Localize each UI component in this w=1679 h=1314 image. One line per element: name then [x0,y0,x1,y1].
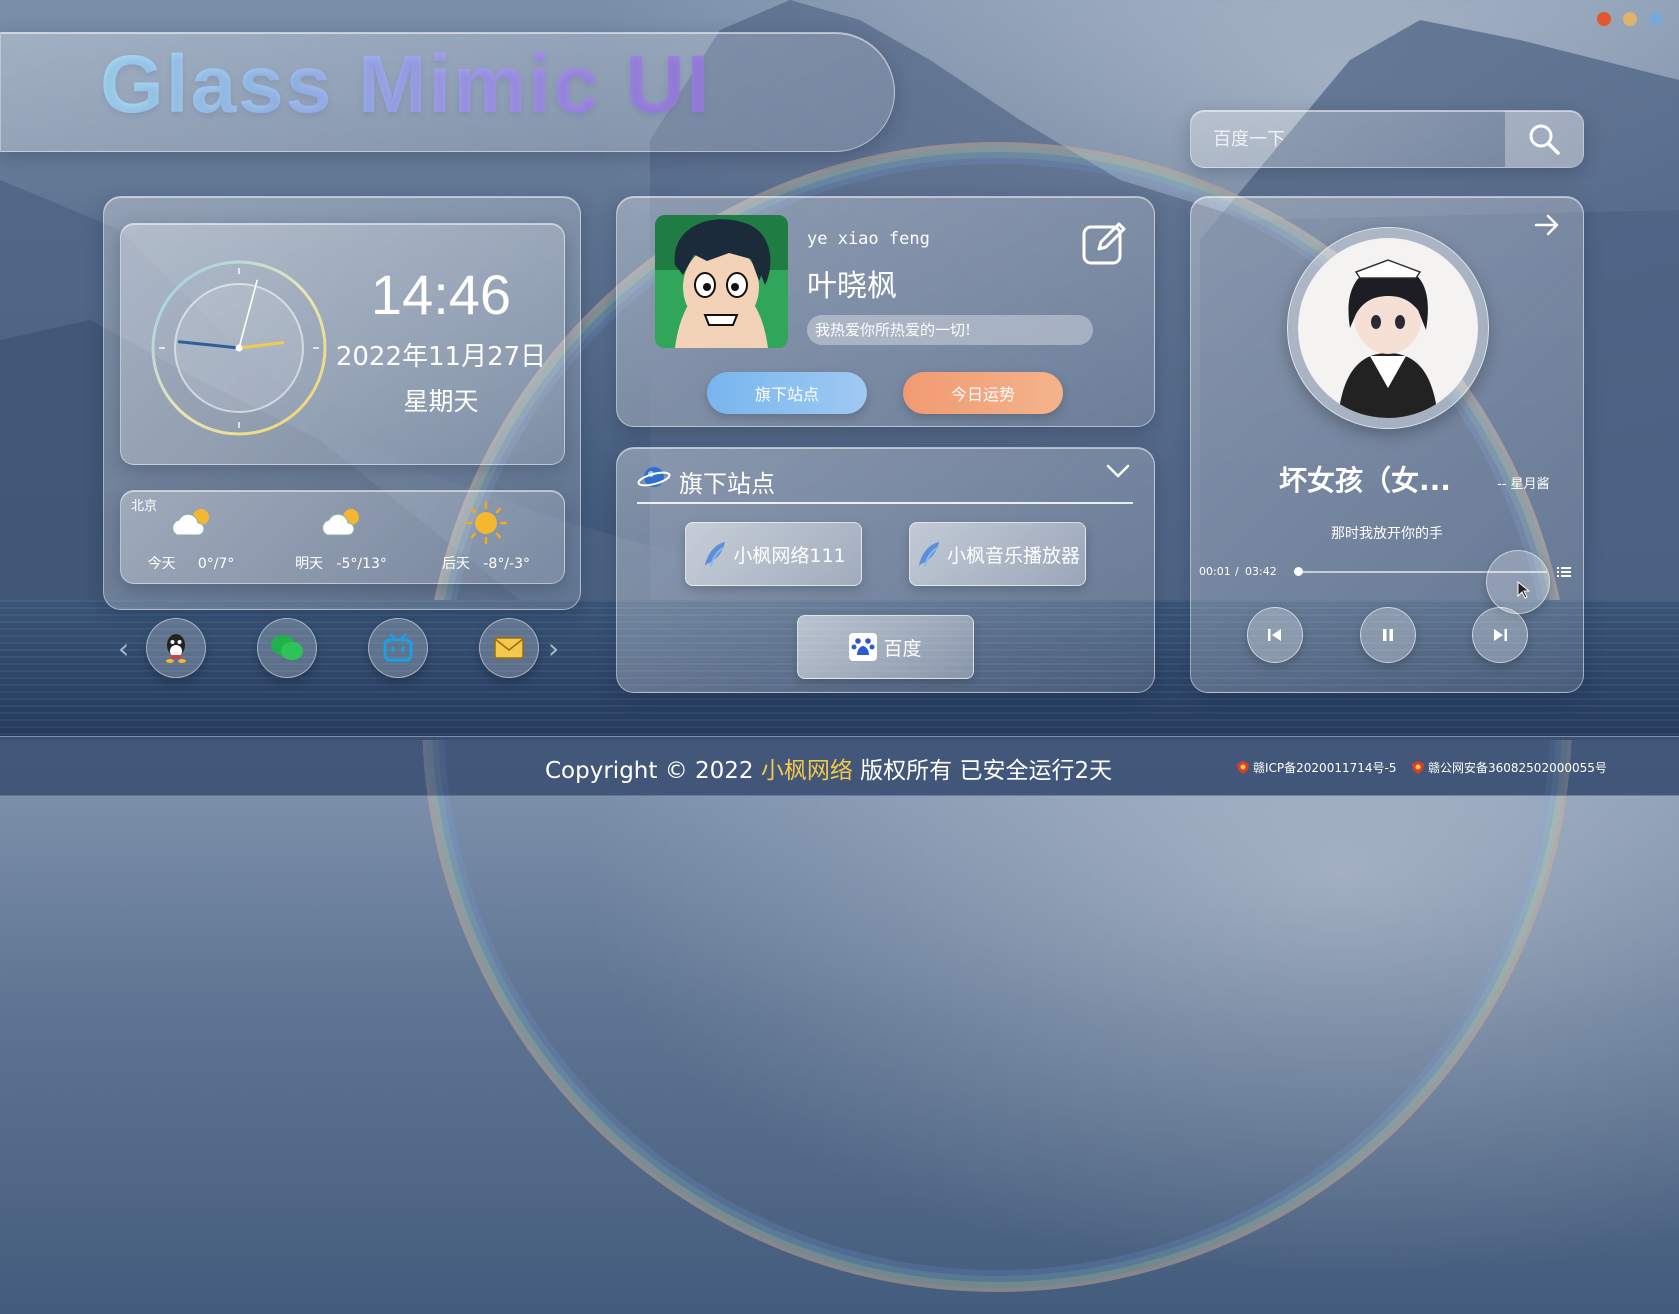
song-lyric: 那时我放开你的手 [1331,526,1443,542]
weather-temp: -5°/13° [336,556,387,572]
sun-icon [464,501,508,545]
weather-temp: 0°/7° [197,556,235,572]
clock-card: 14:46 2022年11月27日 星期天 [120,223,565,465]
cloudy-sun-icon [322,509,359,536]
weather-day-label: 今天 [147,556,176,572]
weather-day-label: 明天 [295,556,324,572]
next-button[interactable] [1472,607,1528,663]
weather-card: 北京 今天 0°/7° 明天 -5°/13° 后天 -8°/-3° [120,490,565,584]
profile-motto: 我热爱你所热爱的一切! [807,315,1093,345]
copyright-line: Copyright © 2022 小枫网络 版权所有 已安全运行2天 [545,751,1112,785]
wechat-icon [271,635,303,660]
edit-icon [1082,222,1126,265]
time-separator: / [1235,565,1239,578]
site-label: 小枫网络111 [733,544,846,567]
progress-thumb[interactable] [1294,567,1304,576]
anime-avatar-image [655,215,788,348]
email-button[interactable] [479,618,539,678]
window-dot-yellow[interactable] [1623,12,1637,26]
icp-text: 赣ICP备2020011714号-5 [1253,761,1397,775]
edit-button[interactable] [1081,219,1127,265]
pause-button[interactable] [1360,607,1416,663]
site-button-xiaofeng-network[interactable]: 小枫网络111 [685,522,862,586]
previous-button[interactable] [1247,607,1303,663]
wechat-button[interactable] [257,618,317,678]
song-artist: -- 星月酱 [1497,477,1550,492]
skip-previous-icon [1268,629,1281,641]
site-button-baidu[interactable]: 百度 [797,615,974,679]
police-badge-icon [1237,761,1249,774]
cloudy-sun-icon [172,509,209,536]
digital-time: 14:46 [370,263,512,326]
planet-icon [637,467,671,487]
window-dot-blue[interactable] [1649,12,1663,26]
feather-icon [918,542,939,567]
baidu-icon [849,633,878,661]
window-controls [1597,12,1663,26]
song-title: 坏女孩（女... [1279,464,1451,497]
chevron-left-icon[interactable]: ‹ [118,632,129,665]
police-text: 赣公网安备36082502000055号 [1428,761,1607,775]
weather-day-after: 后天 -8°/-3° [416,491,556,583]
police-link[interactable]: 赣公网安备36082502000055号 [1412,759,1607,776]
pause-icon [1383,629,1393,641]
volume-knob[interactable] [1486,550,1550,614]
search-button[interactable] [1505,111,1583,167]
time-total: 03:42 [1245,565,1277,578]
footer: Copyright © 2022 小枫网络 版权所有 已安全运行2天 赣ICP备… [0,736,1679,796]
time-elapsed: 00:01 [1199,565,1231,578]
avatar [655,215,788,348]
date-text: 2022年11月27日 [335,342,547,372]
qq-icon [166,634,186,663]
window-dot-red[interactable] [1597,12,1611,26]
album-cover [1287,227,1489,429]
search-box [1190,110,1584,168]
police-badge-icon [1412,761,1424,774]
chevron-right-icon[interactable]: › [548,632,559,665]
brand-link[interactable]: 小枫网络 [761,758,853,784]
feather-icon [705,542,726,567]
weather-temp: -8°/-3° [483,556,530,572]
copyright-suffix: 版权所有 已安全运行2天 [860,758,1113,784]
skip-next-icon [1494,629,1507,641]
site-label: 小枫音乐播放器 [946,544,1080,567]
sites-button[interactable]: 旗下站点 [707,372,867,414]
profile-display-name: 叶晓枫 [807,269,897,304]
copyright-prefix: Copyright © 2022 [545,758,754,784]
weekday-text: 星期天 [403,387,479,416]
analog-clock [151,260,327,436]
bilibili-button[interactable] [368,618,428,678]
playlist-icon[interactable] [1557,566,1571,578]
mail-icon [494,637,524,659]
search-input[interactable] [1191,111,1511,167]
chevron-down-icon[interactable] [1105,462,1131,484]
weather-today: 今天 0°/7° [121,491,261,583]
cursor-icon [1517,581,1531,599]
profile-username: ye xiao feng [807,229,930,249]
page-title: Glass Mimic UI [100,39,712,130]
site-label: 百度 [883,637,922,660]
album-art-image [1298,238,1478,418]
arrow-right-icon[interactable] [1533,213,1561,241]
search-icon [1529,124,1560,155]
social-links: ‹ › [118,618,568,680]
fortune-button[interactable]: 今日运势 [903,372,1063,414]
bilibili-icon [383,633,413,662]
sites-header: 旗下站点 [679,470,775,498]
weather-day-label: 后天 [442,556,470,572]
site-button-xiaofeng-music[interactable]: 小枫音乐播放器 [909,522,1086,586]
icp-link[interactable]: 赣ICP备2020011714号-5 [1237,759,1396,776]
weather-tomorrow: 明天 -5°/13° [271,491,411,583]
qq-button[interactable] [146,618,206,678]
sites-divider [637,502,1133,504]
